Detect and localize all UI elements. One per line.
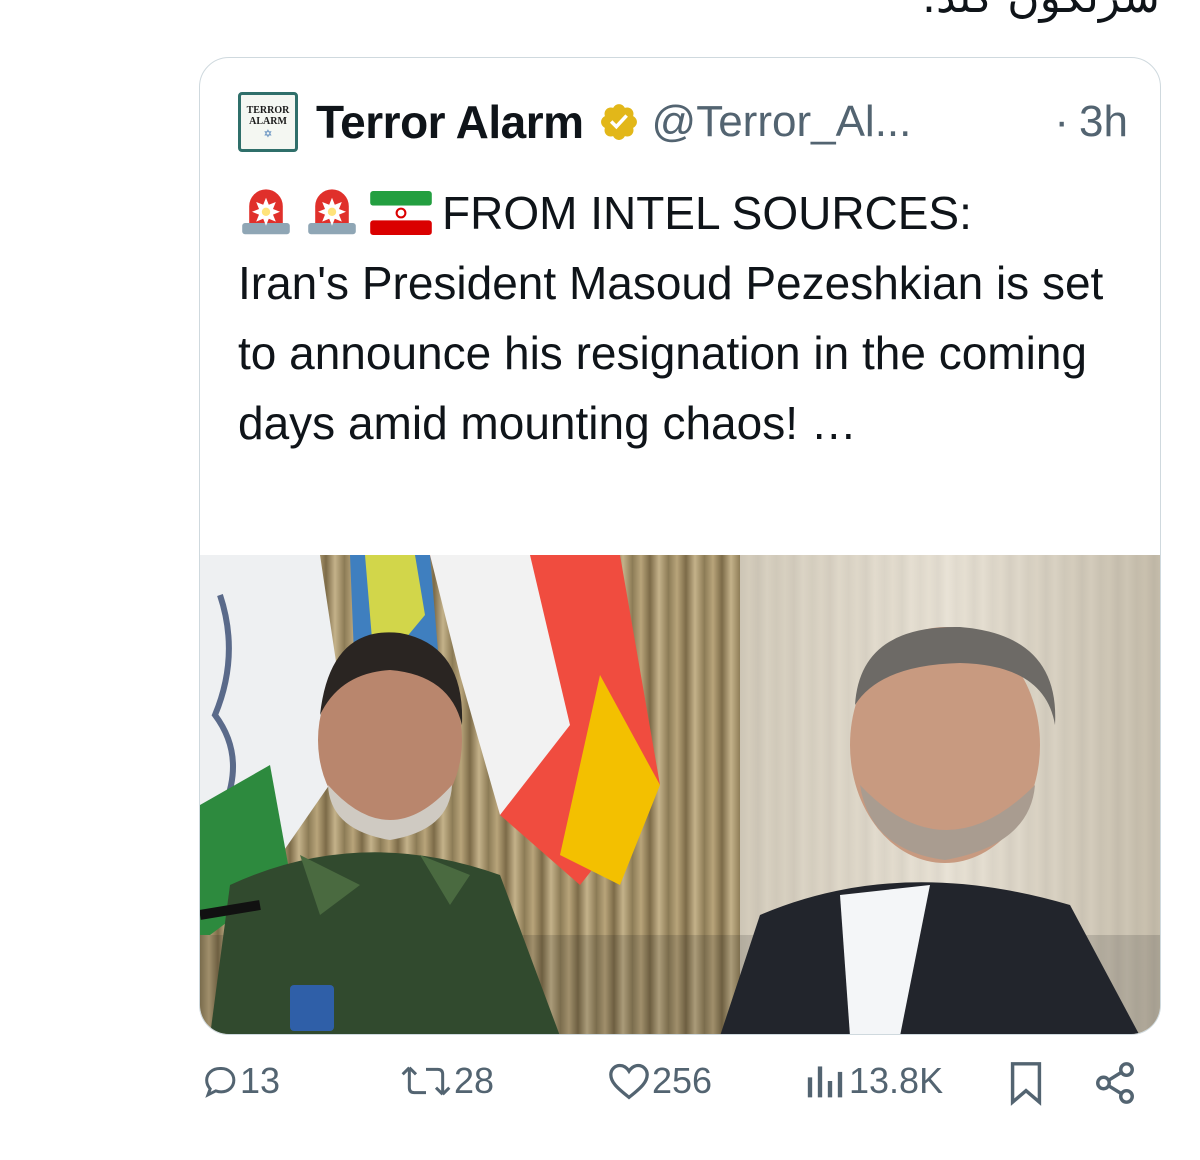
repost-button[interactable]: 28 (398, 1060, 494, 1102)
bookmark-icon (1010, 1062, 1042, 1106)
like-count: 256 (652, 1060, 713, 1101)
previous-tweet-text-fragment: سرنگون کند. (922, 0, 1160, 23)
avatar[interactable]: TERROR ALARM ✡ (238, 92, 298, 152)
police-siren-icon (308, 189, 356, 235)
views-chart-icon (807, 1066, 843, 1098)
author-name[interactable]: Terror Alarm (316, 95, 584, 149)
reply-icon (205, 1067, 236, 1098)
heart-icon (609, 1063, 649, 1100)
repost-icon (401, 1066, 451, 1096)
iran-flag-icon (370, 191, 432, 235)
quoted-tweet-text: FROM INTEL SOURCES: Iran's President Mas… (238, 178, 1128, 458)
views-count: 13.8K (849, 1060, 944, 1101)
reply-count: 13 (240, 1060, 281, 1101)
views-button[interactable]: 13.8K (803, 1060, 943, 1102)
verified-badge-icon (600, 104, 637, 140)
attached-photo[interactable] (200, 555, 1160, 1034)
repost-count: 28 (454, 1060, 495, 1101)
share-icon (1096, 1062, 1134, 1104)
quoted-tweet-header: TERROR ALARM ✡ Terror Alarm @Terror_Al..… (238, 90, 1128, 154)
share-button[interactable] (1092, 1060, 1138, 1106)
star-icon: ✡ (263, 128, 273, 140)
bookmark-button[interactable] (1006, 1060, 1046, 1106)
tweet-intro: FROM INTEL SOURCES: (442, 187, 972, 239)
tweet-body: Iran's President Masoud Pezeshkian is se… (238, 257, 1104, 449)
police-siren-icon (242, 189, 290, 235)
avatar-text-line2: ALARM (249, 115, 287, 127)
reply-button[interactable]: 13 (200, 1060, 280, 1102)
tweet-action-bar: 13 28 256 13.8K (0, 1060, 1200, 1130)
author-handle[interactable]: @Terror_Al... (652, 97, 912, 147)
avatar-text-line1: TERROR (246, 104, 290, 116)
photo-illustration (200, 555, 1160, 1034)
like-button[interactable]: 256 (606, 1060, 712, 1102)
post-time[interactable]: 3h (1079, 97, 1128, 147)
quoted-tweet-card[interactable]: TERROR ALARM ✡ Terror Alarm @Terror_Al..… (199, 57, 1161, 1035)
time-separator: · (1054, 97, 1070, 146)
